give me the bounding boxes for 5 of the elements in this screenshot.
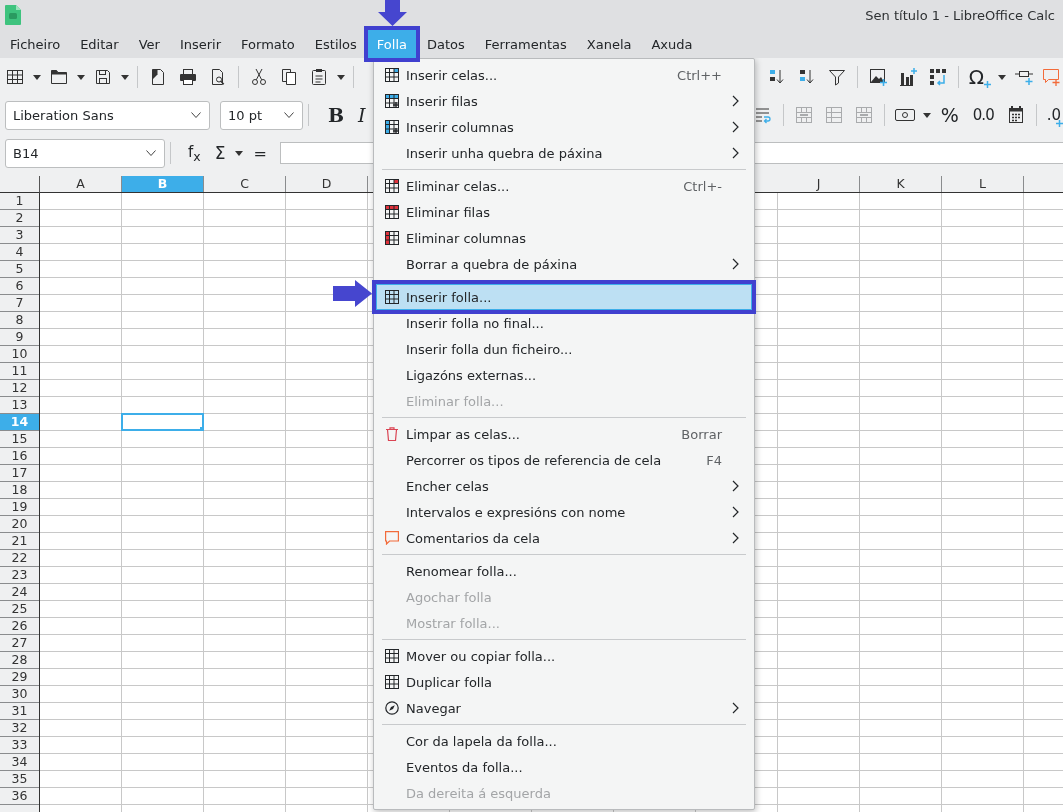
shortcut-text: F4 <box>706 452 722 468</box>
shortcut-text: Borrar <box>681 426 722 442</box>
window-title: Sen título 1 - LibreOffice Calc <box>865 7 1055 23</box>
shortcut-text: Ctrl+- <box>683 178 722 194</box>
shortcut-text: Ctrl++ <box>677 67 722 83</box>
